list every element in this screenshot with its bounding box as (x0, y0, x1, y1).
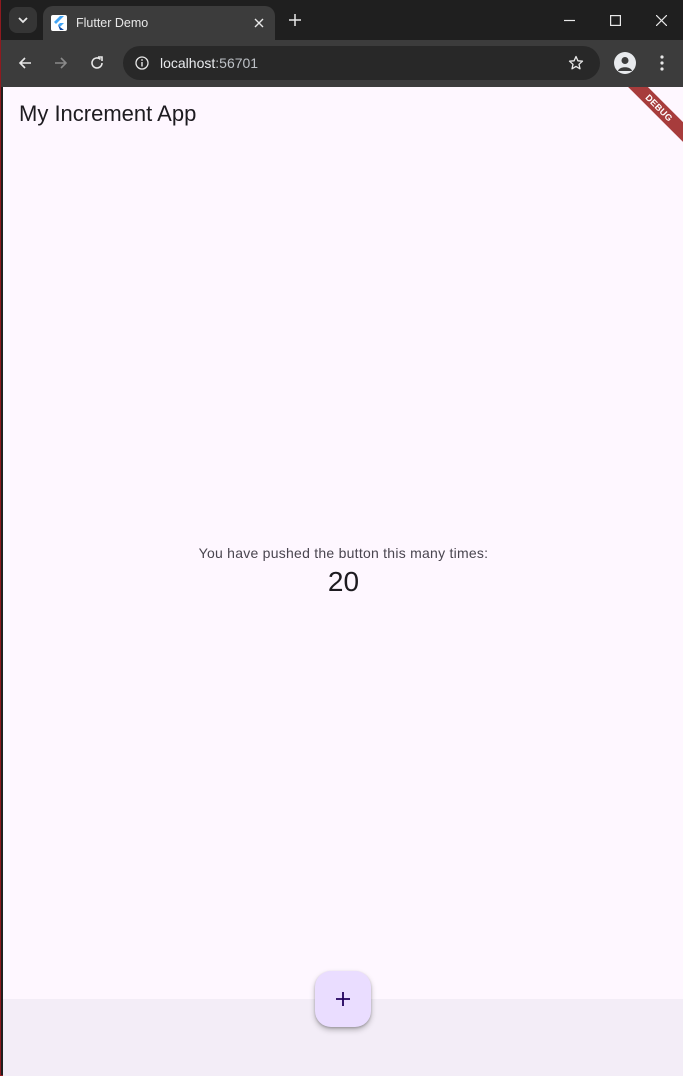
back-button[interactable] (12, 50, 38, 76)
tab-close-button[interactable] (249, 13, 269, 33)
site-info-button[interactable] (131, 52, 153, 74)
info-icon (135, 56, 149, 70)
kebab-menu-icon (660, 55, 664, 71)
url-host: localhost (160, 55, 216, 71)
minimize-button[interactable] (546, 4, 592, 36)
maximize-icon (609, 14, 621, 26)
forward-button[interactable] (48, 50, 74, 76)
browser-window: Flutter Demo localhost:56701 My Incremen… (0, 0, 683, 1076)
arrow-right-icon (55, 57, 68, 69)
page-title: My Increment App (19, 101, 197, 126)
url-text[interactable]: localhost:56701 (160, 55, 258, 71)
tab-title: Flutter Demo (76, 16, 149, 30)
person-icon (618, 57, 632, 71)
counter-message: You have pushed the button this many tim… (198, 545, 489, 561)
close-icon (655, 14, 667, 26)
title-bar: Flutter Demo (1, 0, 683, 40)
plus-icon (336, 992, 350, 1006)
address-bar[interactable]: localhost:56701 (123, 46, 600, 80)
debug-banner: DEBUG (615, 87, 683, 152)
close-icon (254, 18, 264, 28)
url-port: :56701 (215, 55, 259, 71)
bookmark-button[interactable] (566, 53, 586, 73)
plus-icon (289, 14, 301, 26)
active-tab[interactable]: Flutter Demo (43, 6, 275, 40)
flutter-icon (51, 15, 67, 31)
chevron-down-icon (18, 17, 28, 24)
arrow-left-icon (18, 57, 31, 69)
maximize-button[interactable] (592, 4, 638, 36)
star-icon (568, 55, 584, 70)
profile-button[interactable] (614, 52, 636, 74)
close-window-button[interactable] (638, 4, 683, 36)
reload-button[interactable] (84, 50, 110, 76)
increment-button[interactable] (315, 971, 371, 1027)
reload-icon (91, 56, 103, 69)
minimize-icon (563, 19, 575, 21)
browser-menu-button[interactable] (652, 51, 672, 75)
new-tab-button[interactable] (283, 8, 307, 32)
counter-value: 20 (327, 566, 360, 597)
app-page: My Increment App DEBUG You have pushed t… (3, 87, 683, 1076)
browser-toolbar: localhost:56701 (1, 40, 683, 87)
tab-search-button[interactable] (9, 7, 37, 33)
